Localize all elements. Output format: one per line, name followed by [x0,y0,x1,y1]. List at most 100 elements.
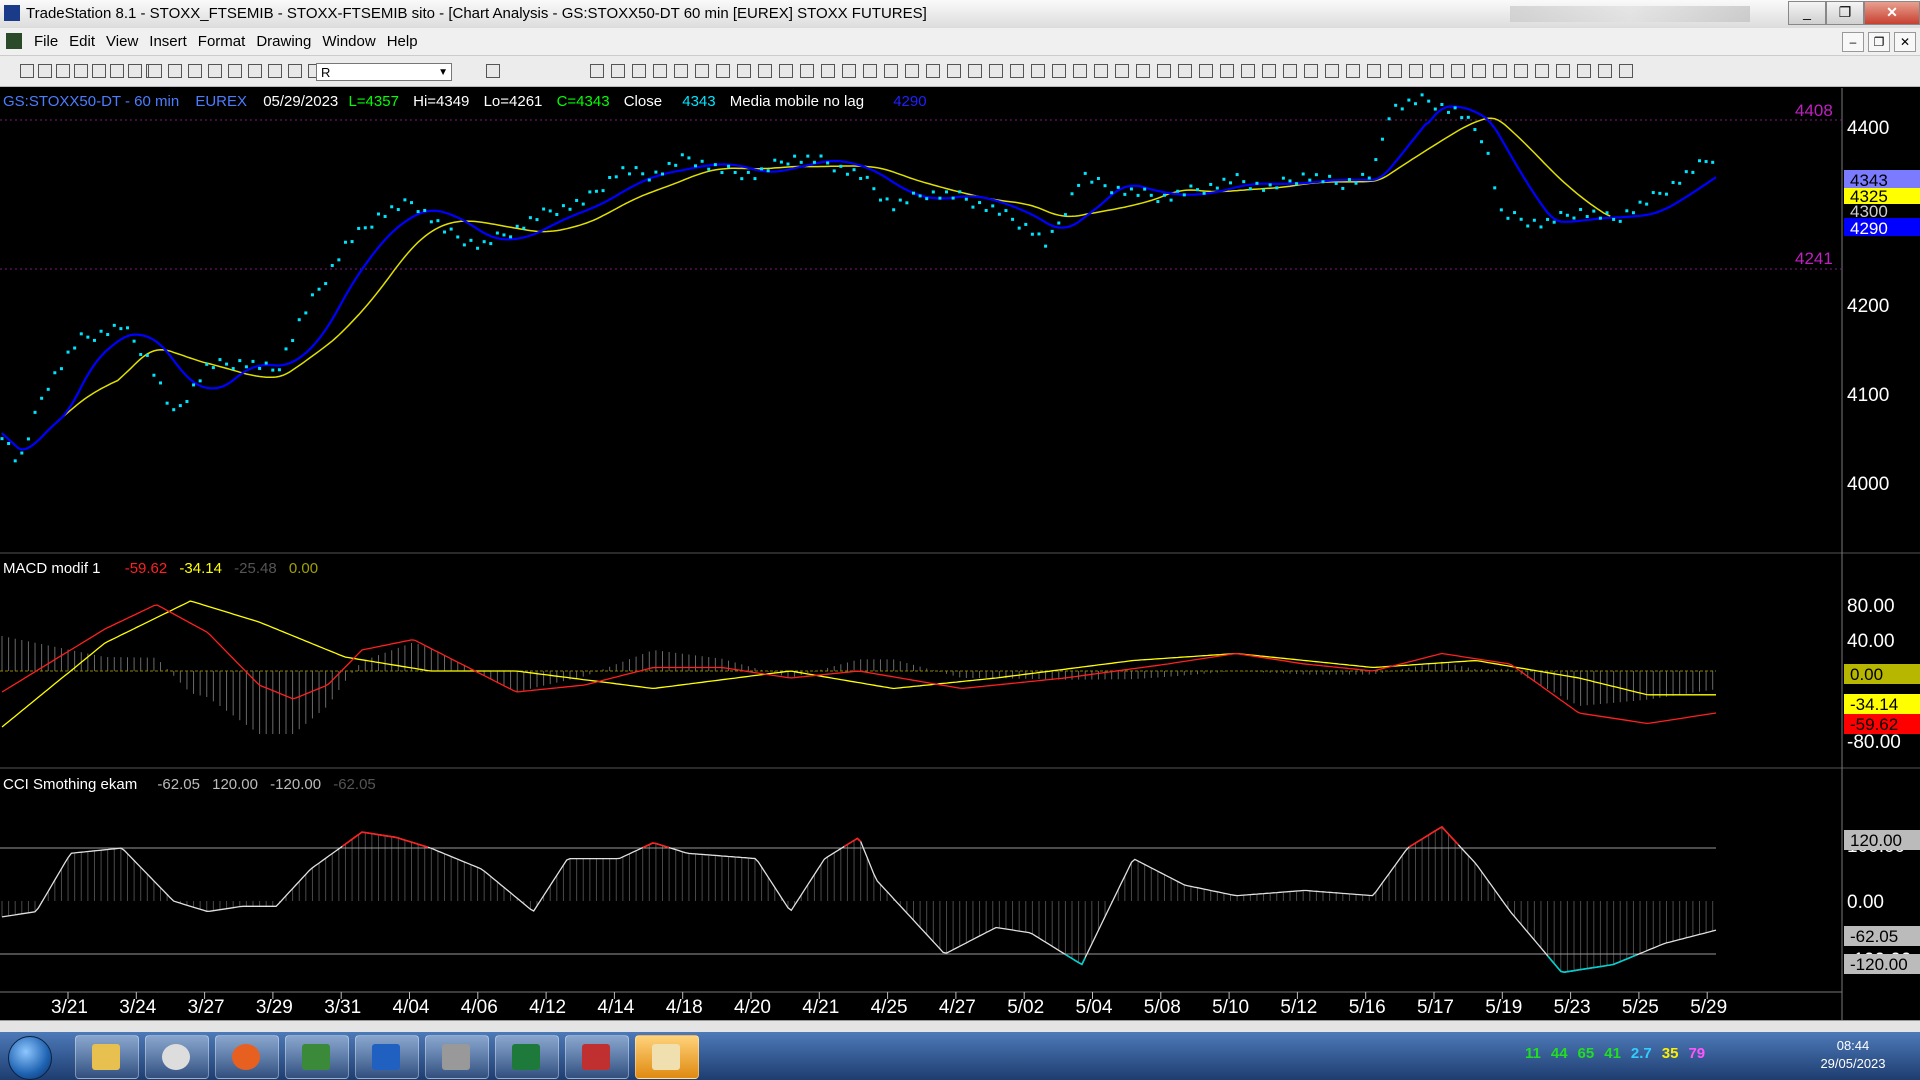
toolbar-button-icon[interactable] [1283,64,1297,78]
toolbar-button-icon[interactable] [128,64,142,78]
menu-window[interactable]: Window [320,33,384,50]
toolbar-button-icon[interactable] [1304,64,1318,78]
tray-number[interactable]: 11 [1525,1045,1541,1062]
toolbar-button-icon[interactable] [968,64,982,78]
toolbar-button-icon[interactable] [92,64,106,78]
toolbar-button-icon[interactable] [863,64,877,78]
tradestation-task-icon[interactable] [285,1035,349,1079]
chevron-down-icon[interactable]: ▼ [438,64,448,82]
toolbar-button-icon[interactable] [1241,64,1255,78]
tray-number[interactable]: 41 [1604,1045,1621,1062]
toolbar-button-icon[interactable] [228,64,242,78]
mdi-close-button[interactable]: ✕ [1894,32,1916,52]
toolbar-button-icon[interactable] [1472,64,1486,78]
toolbar-button-icon[interactable] [926,64,940,78]
toolbar-button-icon[interactable] [20,64,34,78]
toolbar-button-icon[interactable] [1220,64,1234,78]
outlook-icon[interactable] [635,1035,699,1079]
tray-number[interactable]: 65 [1578,1045,1595,1062]
toolbar-button-icon[interactable] [1178,64,1192,78]
toolbar-button-icon[interactable] [188,64,202,78]
menu-view[interactable]: View [104,33,147,50]
toolbar-button-icon[interactable] [1535,64,1549,78]
toolbar-button-icon[interactable] [1430,64,1444,78]
toolbar-button-icon[interactable] [1052,64,1066,78]
mdi-restore-button[interactable]: ❐ [1868,32,1890,52]
toolbar-button-icon[interactable] [884,64,898,78]
toolbar-button-icon[interactable] [486,64,500,78]
toolbar-button-icon[interactable] [1010,64,1024,78]
menu-drawing[interactable]: Drawing [254,33,320,50]
toolbar-button-icon[interactable] [1346,64,1360,78]
toolbar-button-icon[interactable] [674,64,688,78]
toolbar-button-icon[interactable] [168,64,182,78]
toolbar-button-icon[interactable] [842,64,856,78]
toolbar-button-icon[interactable] [1493,64,1507,78]
toolbar-button-icon[interactable] [800,64,814,78]
toolbar-button-icon[interactable] [1262,64,1276,78]
toolbar-button-icon[interactable] [653,64,667,78]
toolbar-button-icon[interactable] [737,64,751,78]
toolbar-button-icon[interactable] [1115,64,1129,78]
clock[interactable]: 08:44 29/05/2023 [1808,1037,1898,1073]
toolbar-button-icon[interactable] [695,64,709,78]
menu-file[interactable]: File [32,33,67,50]
toolbar-button-icon[interactable] [38,64,52,78]
toolbar-button-icon[interactable] [110,64,124,78]
firefox-icon[interactable] [215,1035,279,1079]
chart-canvas[interactable]: 4408 4241 GS:STOXX50-DT - 60 min EUREX 0… [0,88,1920,1023]
toolbar-button-icon[interactable] [56,64,70,78]
toolbar-button-icon[interactable] [148,64,162,78]
toolbar-button-icon[interactable] [1157,64,1171,78]
toolbar-button-icon[interactable] [248,64,262,78]
toolbar-button-icon[interactable] [758,64,772,78]
menu-insert[interactable]: Insert [147,33,196,50]
windows-start-icon[interactable] [8,1036,52,1080]
toolbar-button-icon[interactable] [1598,64,1612,78]
tray-number[interactable]: 44 [1551,1045,1568,1062]
toolbar-button-icon[interactable] [1094,64,1108,78]
chart-area[interactable]: 4408 4241 GS:STOXX50-DT - 60 min EUREX 0… [0,88,1920,1023]
toolbar-button-icon[interactable] [1409,64,1423,78]
minimize-button[interactable]: _ [1788,1,1826,25]
toolbar-button-icon[interactable] [821,64,835,78]
chart-task-icon[interactable] [565,1035,629,1079]
close-button[interactable]: ✕ [1864,1,1920,25]
tray-number[interactable]: 35 [1662,1045,1679,1062]
toolbar-button-icon[interactable] [1199,64,1213,78]
excel-icon[interactable] [495,1035,559,1079]
toolbar-button-icon[interactable] [716,64,730,78]
toolbar-button-icon[interactable] [947,64,961,78]
symbol-input[interactable]: R ▼ [316,63,452,81]
toolbar-button-icon[interactable] [208,64,222,78]
tray-number[interactable]: 2.7 [1631,1045,1652,1062]
toolbar-button-icon[interactable] [590,64,604,78]
menu-edit[interactable]: Edit [67,33,104,50]
toolbar-button-icon[interactable] [779,64,793,78]
toolbar-button-icon[interactable] [288,64,302,78]
toolbar-button-icon[interactable] [1514,64,1528,78]
toolbar-button-icon[interactable] [1367,64,1381,78]
explorer-window-icon[interactable] [425,1035,489,1079]
menu-format[interactable]: Format [196,33,255,50]
explorer-icon[interactable] [75,1035,139,1079]
toolbar-button-icon[interactable] [1619,64,1633,78]
toolbar-button-icon[interactable] [632,64,646,78]
toolbar-button-icon[interactable] [989,64,1003,78]
mdi-minimize-button[interactable]: – [1842,32,1864,52]
toolbar-button-icon[interactable] [1451,64,1465,78]
toolbar-button-icon[interactable] [1136,64,1150,78]
menu-help[interactable]: Help [385,33,427,50]
toolbar-button-icon[interactable] [1388,64,1402,78]
chrome-icon[interactable] [145,1035,209,1079]
toolbar-button-icon[interactable] [1325,64,1339,78]
toolbar-button-icon[interactable] [1577,64,1591,78]
toolbar-button-icon[interactable] [905,64,919,78]
toolbar-button-icon[interactable] [1031,64,1045,78]
toolbar-button-icon[interactable] [1556,64,1570,78]
maximize-button[interactable]: ❐ [1826,1,1864,25]
toolbar-button-icon[interactable] [74,64,88,78]
network-icon[interactable] [355,1035,419,1079]
tray-number[interactable]: 79 [1688,1045,1705,1062]
toolbar-button-icon[interactable] [611,64,625,78]
